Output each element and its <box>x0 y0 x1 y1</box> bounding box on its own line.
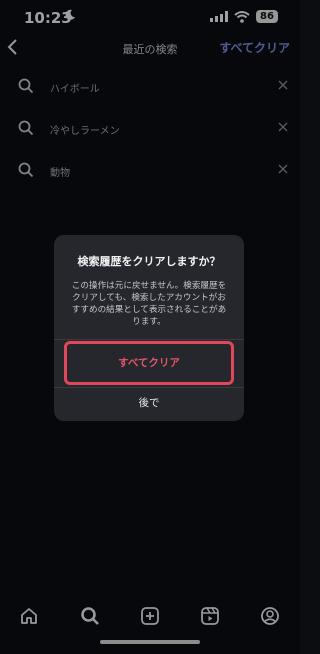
clear-history-dialog: 検索履歴をクリアしますか？ この操作は元に戻せません。検索履歴をクリアしても、検… <box>54 235 244 421</box>
later-button[interactable]: 後で <box>54 395 244 410</box>
divider <box>54 339 244 340</box>
divider <box>54 387 244 388</box>
dialog-title: 検索履歴をクリアしますか？ <box>77 255 221 268</box>
dialog-message: この操作は元に戻せません。検索履歴をクリアしても、検索したアカウントがおすすめの… <box>71 281 227 327</box>
confirm-clear-all-button[interactable]: すべてクリア <box>64 341 234 385</box>
